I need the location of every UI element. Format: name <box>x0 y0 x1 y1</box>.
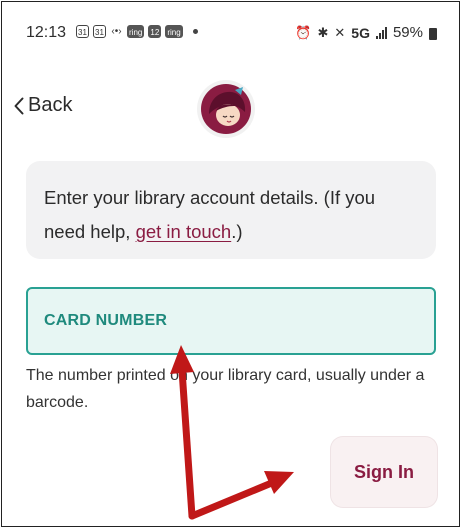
network-type: 5G <box>351 24 370 41</box>
status-time: 12:13 <box>26 24 67 41</box>
battery-percent: 59% <box>392 24 423 41</box>
calendar-icon: 31 <box>76 25 89 38</box>
status-bar: 12:13 31 31 ‹•› ring 12 ring ⏰ ✱ ✕ 5G 59… <box>2 2 459 64</box>
card-number-field[interactable]: CARD NUMBER <box>26 287 436 355</box>
calendar-icon: 12 <box>148 25 162 38</box>
info-card: Enter your library account details. (If … <box>26 161 436 259</box>
phone-screen: 12:13 31 31 ‹•› ring 12 ring ⏰ ✱ ✕ 5G 59… <box>1 1 460 527</box>
more-notifications-icon <box>192 29 198 34</box>
status-right: ⏰ ✱ ✕ 5G 59% <box>295 24 437 41</box>
sign-in-button[interactable]: Sign In <box>331 437 437 507</box>
signal-icon <box>375 26 387 39</box>
notification-icons: 31 31 ‹•› ring 12 ring <box>76 25 198 38</box>
mute-icon: ✕ <box>334 24 346 40</box>
sign-in-label: Sign In <box>354 461 414 482</box>
card-number-hint: The number printed on your library card,… <box>26 367 425 411</box>
libby-logo-icon <box>201 84 251 134</box>
alarm-icon: ⏰ <box>295 24 312 40</box>
ring-app-icon: ring <box>127 25 145 38</box>
back-button[interactable]: Back <box>14 94 72 117</box>
get-in-touch-link[interactable]: get in touch <box>136 221 232 242</box>
annotation-arrow-right <box>188 471 294 520</box>
battery-icon <box>429 27 437 40</box>
card-number-label: CARD NUMBER <box>44 312 168 329</box>
app-logo <box>197 80 255 138</box>
chevron-left-icon <box>14 97 24 114</box>
cast-icon: ‹•› <box>111 26 122 37</box>
calendar-icon: 31 <box>93 25 106 38</box>
back-label: Back <box>28 94 73 116</box>
info-text-end: .) <box>231 221 243 242</box>
bluetooth-icon: ✱ <box>317 24 329 40</box>
ring-app-icon: ring <box>165 25 183 38</box>
